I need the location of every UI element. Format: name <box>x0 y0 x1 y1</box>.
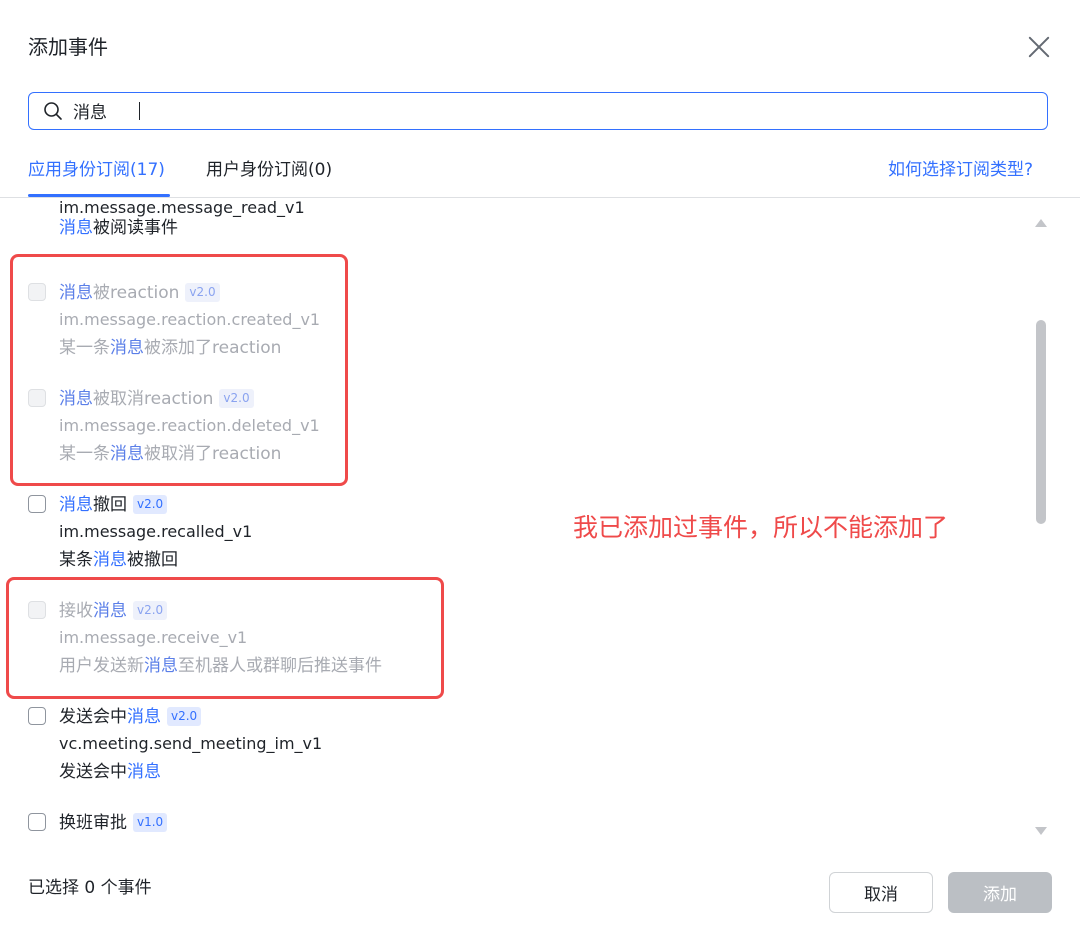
annotation-box <box>10 254 348 486</box>
event-code: vc.meeting.send_meeting_im_v1 <box>59 734 323 753</box>
search-icon <box>44 102 62 120</box>
search-input[interactable] <box>73 93 1023 128</box>
event-description: 消息被阅读事件 <box>59 218 178 238</box>
event-checkbox[interactable] <box>28 495 46 513</box>
tab-user-subscription[interactable]: 用户身份订阅(0) <box>206 158 332 182</box>
version-badge: v2.0 <box>167 707 202 726</box>
text-caret <box>139 102 140 120</box>
tab-bar: 应用身份订阅(17) 用户身份订阅(0) 如何选择订阅类型? <box>0 150 1080 198</box>
annotation-box <box>6 577 444 699</box>
active-tab-indicator <box>28 194 170 197</box>
event-name: 发送会中消息 v2.0 <box>59 704 202 730</box>
add-event-dialog: 添加事件 应用身份订阅(17) 用户身份订阅(0) 如何选择订阅类型? im.m… <box>0 0 1080 946</box>
event-name: 消息撤回 v2.0 <box>59 492 168 518</box>
event-description: 发送会中消息 <box>59 762 161 782</box>
tab-app-subscription[interactable]: 应用身份订阅(17) <box>28 158 165 182</box>
event-name: 换班审批 v1.0 <box>59 810 168 836</box>
scroll-up-icon[interactable] <box>1035 219 1047 227</box>
dialog-title: 添加事件 <box>28 35 108 59</box>
annotation-text: 我已添加过事件，所以不能添加了 <box>573 513 949 542</box>
search-box[interactable] <box>28 92 1048 130</box>
event-checkbox[interactable] <box>28 813 46 831</box>
selected-count: 已选择 0 个事件 <box>28 878 152 898</box>
close-icon[interactable] <box>1024 32 1054 62</box>
version-badge: v2.0 <box>133 495 168 514</box>
add-button[interactable]: 添加 <box>948 872 1052 913</box>
event-description: 某条消息被撤回 <box>59 550 178 570</box>
event-checkbox[interactable] <box>28 707 46 725</box>
scrollbar-thumb[interactable] <box>1036 320 1046 524</box>
scroll-down-icon[interactable] <box>1035 827 1047 835</box>
version-badge: v1.0 <box>133 813 168 832</box>
event-code: im.message.recalled_v1 <box>59 522 253 541</box>
cancel-button[interactable]: 取消 <box>829 872 933 913</box>
help-link[interactable]: 如何选择订阅类型? <box>888 158 1033 182</box>
